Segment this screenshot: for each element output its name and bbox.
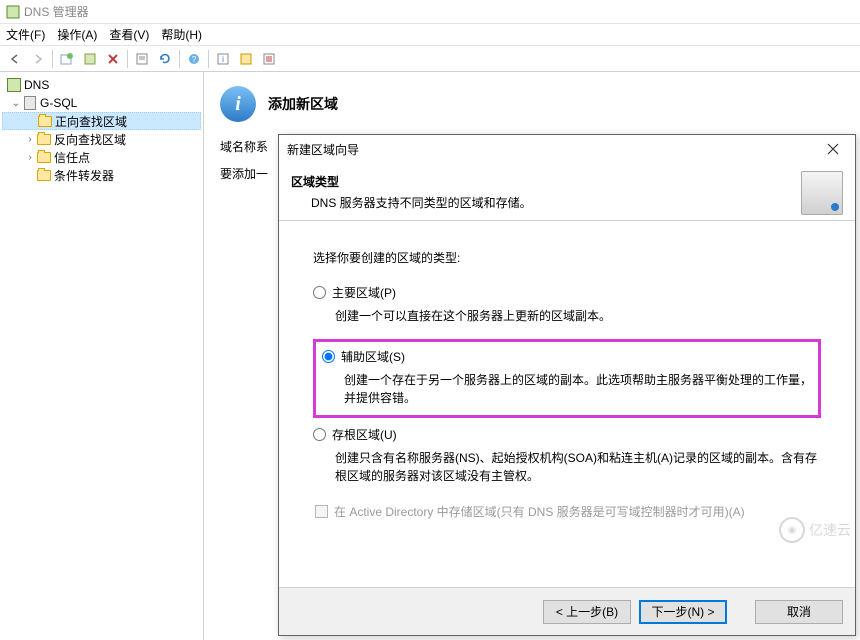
dialog-titlebar: 新建区域向导 — [279, 135, 855, 163]
tree-server[interactable]: ⌄ G-SQL — [2, 94, 201, 112]
folder-icon — [37, 152, 51, 163]
tree-item-conditional-forwarders[interactable]: 条件转发器 — [2, 166, 201, 184]
filter-icon[interactable] — [79, 48, 101, 70]
tree-item-label: 正向查找区域 — [55, 113, 127, 130]
delete-icon[interactable] — [102, 48, 124, 70]
details-icon[interactable] — [258, 48, 280, 70]
info-icon[interactable]: i — [212, 48, 234, 70]
tree-root-label: DNS — [24, 78, 49, 92]
menubar: 文件(F) 操作(A) 查看(V) 帮助(H) — [0, 24, 860, 46]
tree-item-label: 信任点 — [54, 149, 90, 166]
banner-title: 区域类型 — [291, 173, 532, 190]
watermark-logo-icon: ◉ — [779, 517, 805, 543]
page-title: 添加新区域 — [268, 94, 338, 114]
radio-stub-label: 存根区域(U) — [332, 426, 397, 443]
radio-primary-zone[interactable]: 主要区域(P) — [313, 284, 821, 301]
new-zone-wizard-dialog: 新建区域向导 区域类型 DNS 服务器支持不同类型的区域和存储。 选择你要创建的… — [278, 134, 856, 636]
page-header: i 添加新区域 — [220, 86, 844, 122]
app-icon — [6, 5, 20, 19]
radio-primary-desc: 创建一个可以直接在这个服务器上更新的区域副本。 — [313, 307, 821, 325]
tree-panel: DNS ⌄ G-SQL 正向查找区域 › 反向查找区域 › 信任点 条件转发器 — [0, 72, 204, 640]
forward-icon[interactable] — [27, 48, 49, 70]
separator — [179, 50, 180, 68]
radio-stub-zone[interactable]: 存根区域(U) — [313, 426, 821, 443]
next-button[interactable]: 下一步(N) > — [639, 600, 727, 624]
zone-type-prompt: 选择你要创建的区域的类型: — [313, 249, 821, 266]
properties-icon[interactable] — [131, 48, 153, 70]
checkbox-ad-label: 在 Active Directory 中存储区域(只有 DNS 服务器是可写域控… — [334, 503, 745, 520]
menu-view[interactable]: 查看(V) — [109, 26, 149, 43]
radio-secondary-desc: 创建一个存在于另一个服务器上的区域的副本。此选项帮助主服务器平衡处理的工作量，并… — [322, 371, 812, 407]
highlighted-selection: 辅助区域(S) 创建一个存在于另一个服务器上的区域的副本。此选项帮助主服务器平衡… — [313, 339, 821, 418]
dialog-body: 选择你要创建的区域的类型: 主要区域(P) 创建一个可以直接在这个服务器上更新的… — [279, 221, 855, 587]
expand-icon[interactable]: › — [24, 134, 36, 145]
radio-stub-desc: 创建只含有名称服务器(NS)、起始授权机构(SOA)和粘连主机(A)记录的区域的… — [313, 449, 821, 485]
tree-item-reverse-zone[interactable]: › 反向查找区域 — [2, 130, 201, 148]
checkbox-icon — [315, 505, 328, 518]
radio-stub-input[interactable] — [313, 428, 326, 441]
svg-text:i: i — [222, 55, 224, 64]
separator — [127, 50, 128, 68]
radio-secondary-zone[interactable]: 辅助区域(S) — [322, 348, 812, 365]
dns-icon — [7, 78, 21, 92]
add-icon[interactable] — [56, 48, 78, 70]
close-button[interactable] — [819, 139, 847, 159]
menu-file[interactable]: 文件(F) — [6, 26, 45, 43]
dialog-button-row: < 上一步(B) 下一步(N) > 取消 — [279, 587, 855, 635]
watermark: ◉ 亿速云 — [779, 517, 851, 543]
info-circle-icon: i — [220, 86, 256, 122]
tree-root-dns[interactable]: DNS — [2, 76, 201, 94]
window-title: DNS 管理器 — [24, 3, 89, 20]
svg-text:?: ? — [192, 55, 197, 64]
help-icon[interactable]: ? — [183, 48, 205, 70]
server-icon — [24, 96, 36, 110]
separator — [52, 50, 53, 68]
titlebar: DNS 管理器 — [0, 0, 860, 24]
folder-icon — [37, 134, 51, 145]
dialog-title: 新建区域向导 — [287, 141, 359, 158]
back-button[interactable]: < 上一步(B) — [543, 600, 631, 624]
watermark-text: 亿速云 — [809, 520, 851, 540]
back-icon[interactable] — [4, 48, 26, 70]
banner-subtitle: DNS 服务器支持不同类型的区域和存储。 — [291, 194, 532, 211]
radio-secondary-label: 辅助区域(S) — [341, 348, 405, 365]
radio-primary-label: 主要区域(P) — [332, 284, 396, 301]
menu-action[interactable]: 操作(A) — [57, 26, 97, 43]
folder-icon — [37, 170, 51, 181]
checkbox-ad-store: 在 Active Directory 中存储区域(只有 DNS 服务器是可写域控… — [313, 503, 821, 520]
toolbar: ? i — [0, 46, 860, 72]
tree-item-label: 条件转发器 — [54, 167, 114, 184]
expand-icon[interactable]: › — [24, 152, 36, 163]
cancel-button[interactable]: 取消 — [755, 600, 843, 624]
tree-item-forward-zone[interactable]: 正向查找区域 — [2, 112, 201, 130]
tree-item-trust-points[interactable]: › 信任点 — [2, 148, 201, 166]
folder-icon — [38, 116, 52, 127]
separator — [208, 50, 209, 68]
tree-item-label: 反向查找区域 — [54, 131, 126, 148]
radio-secondary-input[interactable] — [322, 350, 335, 363]
menu-help[interactable]: 帮助(H) — [161, 26, 202, 43]
radio-primary-input[interactable] — [313, 286, 326, 299]
refresh-icon[interactable] — [154, 48, 176, 70]
tree-server-label: G-SQL — [40, 96, 77, 110]
banner-server-icon — [801, 171, 843, 215]
dialog-banner: 区域类型 DNS 服务器支持不同类型的区域和存储。 — [279, 163, 855, 221]
collapse-icon[interactable]: ⌄ — [10, 98, 22, 109]
list-icon[interactable] — [235, 48, 257, 70]
